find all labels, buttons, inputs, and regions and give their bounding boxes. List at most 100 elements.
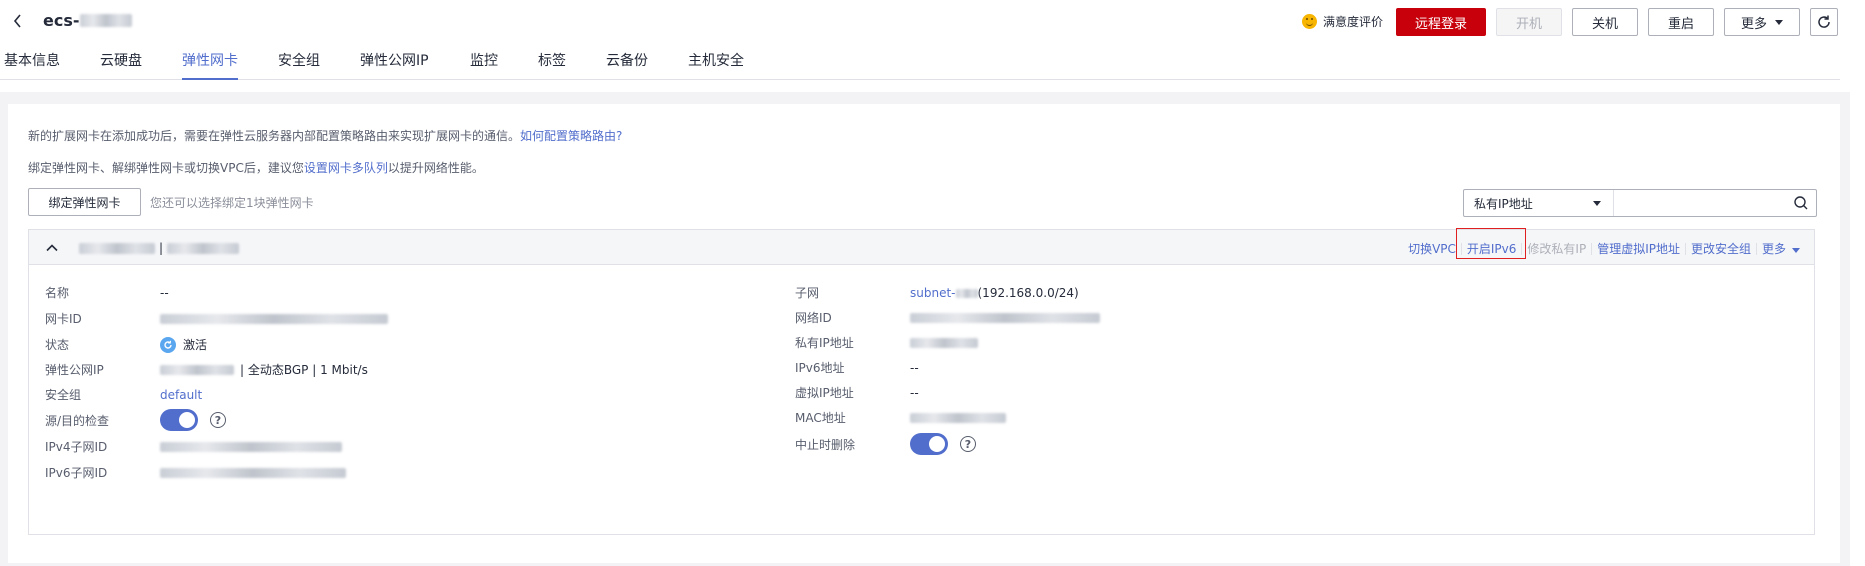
multi-queue-suffix: 以提升网络性能。 bbox=[387, 161, 484, 175]
search-field-select[interactable]: 私有IP地址 bbox=[1464, 190, 1614, 216]
field-subnet: 子网 subnet- (192.168.0.0/24) bbox=[795, 284, 1079, 301]
tab-cloud-backup[interactable]: 云备份 bbox=[606, 50, 648, 80]
divider bbox=[1755, 242, 1757, 255]
divider bbox=[1521, 242, 1523, 255]
nic-id-masked bbox=[160, 313, 388, 324]
name-label: 名称 bbox=[45, 286, 70, 300]
tab-disks[interactable]: 云硬盘 bbox=[100, 50, 142, 80]
instance-title: ecs- bbox=[43, 11, 132, 30]
security-group-label: 安全组 bbox=[45, 388, 82, 402]
smile-icon bbox=[1302, 14, 1317, 29]
security-group-link[interactable]: default bbox=[160, 388, 202, 402]
search-field-label: 私有IP地址 bbox=[1474, 196, 1533, 211]
chevron-down-icon bbox=[1792, 248, 1800, 253]
ipv6-address-value: -- bbox=[910, 360, 919, 375]
ipv6-address-label: IPv6地址 bbox=[795, 361, 845, 375]
ipv6-subnet-masked bbox=[160, 467, 346, 478]
private-ip-masked bbox=[910, 337, 978, 348]
active-status-icon bbox=[160, 336, 176, 353]
search-input[interactable] bbox=[1614, 190, 1786, 216]
field-eip: 弹性公网IP | 全动态BGP | 1 Mbit/s bbox=[45, 361, 368, 378]
ipv4-subnet-masked bbox=[160, 441, 342, 452]
bind-nic-button[interactable]: 绑定弹性网卡 bbox=[28, 188, 141, 216]
nic-name-masked bbox=[79, 242, 155, 254]
network-id-masked bbox=[910, 312, 1100, 323]
nic-card-title: | bbox=[79, 241, 240, 255]
bind-hint: 您还可以选择绑定1块弹性网卡 bbox=[150, 196, 314, 210]
name-value: -- bbox=[160, 285, 169, 300]
subnet-cidr: (192.168.0.0/24) bbox=[977, 285, 1079, 300]
field-delete-on-termination: 中止时删除 ? bbox=[795, 433, 976, 455]
start-button[interactable]: 开机 bbox=[1496, 8, 1562, 36]
virtual-ip-label: 虚拟IP地址 bbox=[795, 386, 854, 400]
change-security-group-link[interactable]: 更改安全组 bbox=[1691, 240, 1751, 257]
ipv4-subnet-label: IPv4子网ID bbox=[45, 440, 108, 454]
delete-on-termination-label: 中止时删除 bbox=[795, 437, 856, 452]
mac-address-label: MAC地址 bbox=[795, 411, 846, 425]
switch-vpc-link[interactable]: 切换VPC bbox=[1408, 240, 1456, 257]
refresh-icon bbox=[1818, 15, 1830, 28]
restart-button[interactable]: 重启 bbox=[1648, 8, 1714, 36]
refresh-button[interactable] bbox=[1810, 8, 1838, 36]
field-security-group: 安全组 default bbox=[45, 386, 202, 403]
eip-bandwidth: | 全动态BGP | 1 Mbit/s bbox=[240, 363, 368, 377]
status-label: 状态 bbox=[45, 338, 70, 352]
more-button[interactable]: 更多 bbox=[1724, 8, 1800, 36]
policy-route-text: 新的扩展网卡在添加成功后，需要在弹性云服务器内部配置策略路由来实现扩展网卡的通信… bbox=[28, 129, 521, 143]
enable-ipv6-link[interactable]: 开启IPv6 bbox=[1467, 240, 1517, 257]
chevron-up-icon[interactable] bbox=[45, 241, 59, 255]
help-icon[interactable]: ? bbox=[210, 412, 226, 428]
subnet-prefix: subnet- bbox=[910, 285, 956, 300]
more-label: 更多 bbox=[1740, 16, 1767, 32]
field-nic-id: 网卡ID bbox=[45, 310, 388, 327]
tab-elastic-nic[interactable]: 弹性网卡 bbox=[182, 50, 238, 80]
multi-queue-prefix: 绑定弹性网卡、解绑弹性网卡或切换VPC后，建议您 bbox=[28, 161, 304, 175]
tab-security-group[interactable]: 安全组 bbox=[278, 50, 320, 80]
instance-name-prefix: ecs- bbox=[43, 11, 80, 30]
delete-on-termination-toggle[interactable] bbox=[910, 433, 948, 455]
field-virtual-ip: 虚拟IP地址 -- bbox=[795, 384, 919, 401]
stop-button[interactable]: 关机 bbox=[1572, 8, 1638, 36]
modify-private-ip-link[interactable]: 修改私有IP bbox=[1527, 240, 1586, 257]
field-src-dst-check: 源/目的检查 ? bbox=[45, 409, 226, 431]
back-arrow-icon[interactable] bbox=[11, 12, 25, 30]
field-status: 状态 激活 bbox=[45, 336, 207, 353]
nic-card-header: | 切换VPC 开启IPv6 修改私有IP 管理虚拟IP地址 更改安全组 更多 bbox=[29, 228, 1814, 265]
more-ops-link[interactable]: 更多 bbox=[1762, 240, 1800, 257]
field-network-id: 网络ID bbox=[795, 309, 1100, 326]
tab-eip[interactable]: 弹性公网IP bbox=[360, 50, 429, 80]
more-ops-label: 更多 bbox=[1761, 242, 1786, 256]
satisfaction-link[interactable]: 满意度评价 bbox=[1302, 13, 1383, 30]
manage-virtual-ip-link[interactable]: 管理虚拟IP地址 bbox=[1597, 240, 1680, 257]
divider bbox=[1591, 242, 1593, 255]
tab-host-security[interactable]: 主机安全 bbox=[688, 50, 744, 80]
remote-login-button[interactable]: 远程登录 bbox=[1396, 8, 1486, 36]
search-icon[interactable] bbox=[1786, 190, 1816, 216]
subnet-link[interactable]: subnet- bbox=[910, 286, 978, 300]
help-icon[interactable]: ? bbox=[960, 436, 976, 452]
field-mac-address: MAC地址 bbox=[795, 409, 1006, 426]
mac-address-masked bbox=[910, 412, 1006, 423]
multi-queue-link[interactable]: 设置网卡多队列 bbox=[304, 161, 388, 175]
src-dst-check-toggle[interactable] bbox=[160, 409, 198, 431]
tab-basic-info[interactable]: 基本信息 bbox=[4, 50, 60, 80]
multi-queue-note: 绑定弹性网卡、解绑弹性网卡或切换VPC后，建议您设置网卡多队列以提升网络性能。 bbox=[28, 159, 484, 176]
divider bbox=[1460, 242, 1462, 255]
nic-id-short-masked bbox=[167, 242, 240, 254]
field-ipv4-subnet: IPv4子网ID bbox=[45, 438, 342, 455]
chevron-down-icon bbox=[1593, 201, 1601, 206]
status-value: 激活 bbox=[183, 338, 208, 352]
detail-tabs: 基本信息 云硬盘 弹性网卡 安全组 弹性公网IP 监控 标签 云备份 主机安全 bbox=[0, 42, 1840, 80]
divider bbox=[1684, 242, 1686, 255]
eip-masked bbox=[160, 364, 234, 375]
search-bar: 私有IP地址 bbox=[1463, 189, 1817, 217]
subnet-label: 子网 bbox=[795, 286, 820, 300]
satisfaction-label: 满意度评价 bbox=[1323, 15, 1384, 29]
field-private-ip: 私有IP地址 bbox=[795, 334, 978, 351]
tab-monitoring[interactable]: 监控 bbox=[470, 50, 498, 80]
eip-label: 弹性公网IP bbox=[45, 363, 104, 377]
tab-tags[interactable]: 标签 bbox=[538, 50, 566, 80]
src-dst-check-label: 源/目的检查 bbox=[45, 413, 110, 428]
chevron-down-icon bbox=[1775, 19, 1783, 25]
policy-route-link[interactable]: 如何配置策略路由? bbox=[520, 129, 622, 143]
